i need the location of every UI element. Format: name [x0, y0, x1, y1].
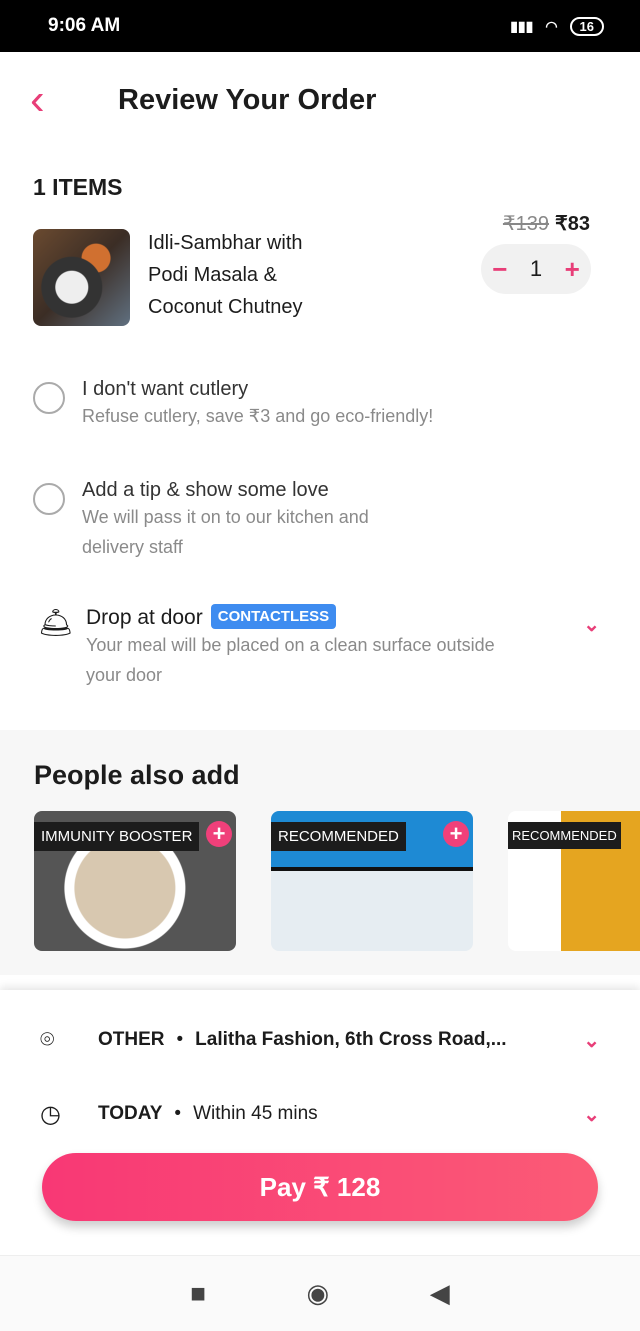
back-icon[interactable]: ◀	[430, 1278, 450, 1309]
item-name: Idli-Sambhar with Podi Masala & Coconut …	[148, 232, 303, 318]
chevron-down-icon[interactable]: ⌄	[583, 1102, 600, 1127]
cutlery-radio[interactable]	[33, 382, 65, 414]
cutlery-subtitle: Refuse cutlery, save ₹3 and go eco-frien…	[82, 406, 434, 426]
decrement-button[interactable]: −	[492, 254, 507, 285]
time-label: TODAY	[98, 1103, 163, 1124]
tip-subtitle: We will pass it on to our kitchen and de…	[82, 507, 369, 557]
contactless-badge: CONTACTLESS	[210, 604, 337, 629]
battery-icon: 16	[569, 16, 604, 36]
header: ‹ Review Your Order	[0, 52, 640, 148]
add-icon[interactable]: +	[443, 821, 469, 847]
tip-title: Add a tip & show some love	[82, 479, 329, 501]
original-price: ₹139	[502, 213, 550, 235]
item-price: ₹139 ₹83	[503, 211, 590, 236]
time-row[interactable]: ◷ TODAY • Within 45 mins ⌄	[0, 1077, 640, 1151]
item-image	[33, 229, 130, 326]
address-value: Lalitha Fashion, 6th Cross Road,...	[195, 1029, 507, 1050]
delivery-mode[interactable]: 🛎 Drop at door CONTACTLESS Your meal will…	[0, 604, 640, 690]
signal-icon: ▮▮▮	[510, 17, 534, 34]
card-tag: RECOMMENDED	[271, 822, 406, 851]
tip-option[interactable]: Add a tip & show some love We will pass i…	[0, 479, 640, 562]
add-icon[interactable]: +	[206, 821, 232, 847]
page-title: Review Your Order	[118, 83, 377, 116]
increment-button[interactable]: +	[565, 254, 580, 285]
chevron-down-icon[interactable]: ⌄	[583, 1028, 600, 1053]
quantity-value: 1	[529, 256, 543, 281]
quantity-stepper: − 1 +	[481, 244, 591, 294]
delivery-mode-subtitle: Your meal will be placed on a clean surf…	[86, 635, 495, 685]
discounted-price: ₹83	[555, 213, 590, 235]
tip-radio[interactable]	[33, 483, 65, 515]
system-nav-bar: ■ ◉ ◀	[0, 1255, 640, 1331]
chevron-down-icon[interactable]: ⌄	[583, 612, 600, 637]
recents-icon[interactable]: ■	[190, 1278, 206, 1309]
wifi-icon: ◠	[545, 17, 558, 34]
items-count: 1 ITEMS	[33, 174, 123, 200]
cart-item: Idli-Sambhar with Podi Masala & Coconut …	[0, 201, 640, 326]
clock-icon: ◷	[40, 1100, 61, 1128]
checkout-panel: ⌾ OTHER • Lalitha Fashion, 6th Cross Road,…	[0, 990, 640, 1255]
cutlery-option[interactable]: I don't want cutlery Refuse cutlery, save…	[0, 378, 640, 431]
pay-button[interactable]: Pay ₹ 128	[42, 1153, 598, 1221]
delivery-mode-title: Drop at door	[86, 606, 203, 629]
cutlery-title: I don't want cutlery	[82, 378, 249, 400]
clock: 9:06 AM	[48, 15, 121, 36]
address-row[interactable]: ⌾ OTHER • Lalitha Fashion, 6th Cross Road,…	[0, 1003, 640, 1077]
back-chevron-icon[interactable]: ‹	[30, 78, 118, 122]
recommendation-card[interactable]: RECOMMENDED +	[271, 811, 473, 951]
card-tag: IMMUNITY BOOSTER	[34, 822, 200, 851]
address-label: OTHER	[98, 1029, 165, 1050]
section-title: People also add	[34, 760, 240, 790]
contactless-delivery-icon: 🛎	[38, 607, 74, 638]
home-icon[interactable]: ◉	[307, 1278, 330, 1309]
time-value: Within 45 mins	[193, 1103, 318, 1124]
location-pin-icon: ⌾	[40, 1026, 55, 1053]
recommendation-card[interactable]: IMMUNITY BOOSTER +	[34, 811, 236, 951]
status-bar: 9:06 AM ▮▮▮ ◠ 16	[0, 0, 640, 52]
card-tag: RECOMMENDED	[508, 822, 621, 849]
people-also-add-section: People also add IMMUNITY BOOSTER + RECOMM…	[0, 730, 640, 975]
recommendation-card[interactable]: RECOMMENDED	[508, 811, 640, 951]
